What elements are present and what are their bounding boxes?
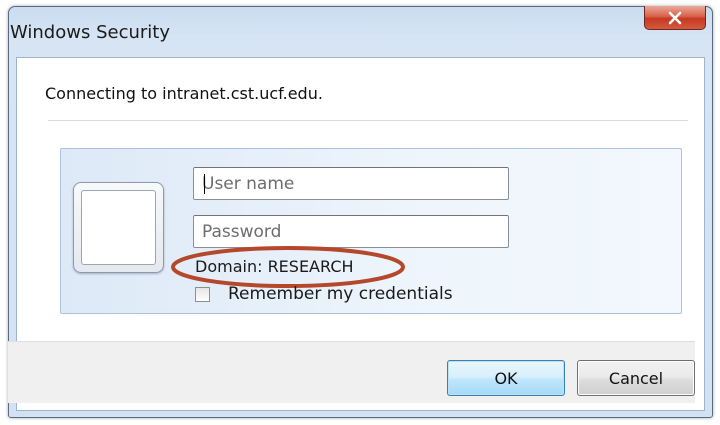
username-input[interactable] bbox=[193, 167, 509, 200]
remember-credentials-row[interactable]: Remember my credentials bbox=[195, 284, 453, 304]
remember-credentials-checkbox[interactable] bbox=[195, 286, 210, 302]
window-title: Windows Security bbox=[10, 22, 170, 43]
user-tile-icon bbox=[73, 182, 164, 273]
user-tile-picture bbox=[81, 190, 156, 265]
ok-button[interactable]: OK bbox=[447, 360, 565, 396]
domain-label: Domain: RESEARCH bbox=[195, 257, 354, 276]
text-caret bbox=[204, 174, 205, 194]
password-input[interactable] bbox=[193, 215, 509, 248]
cancel-button[interactable]: Cancel bbox=[577, 360, 695, 396]
divider bbox=[48, 120, 688, 121]
remember-credentials-label[interactable]: Remember my credentials bbox=[228, 284, 453, 304]
connecting-message: Connecting to intranet.cst.ucf.edu. bbox=[45, 84, 323, 103]
close-x-icon bbox=[667, 11, 683, 25]
close-button[interactable] bbox=[644, 6, 706, 30]
